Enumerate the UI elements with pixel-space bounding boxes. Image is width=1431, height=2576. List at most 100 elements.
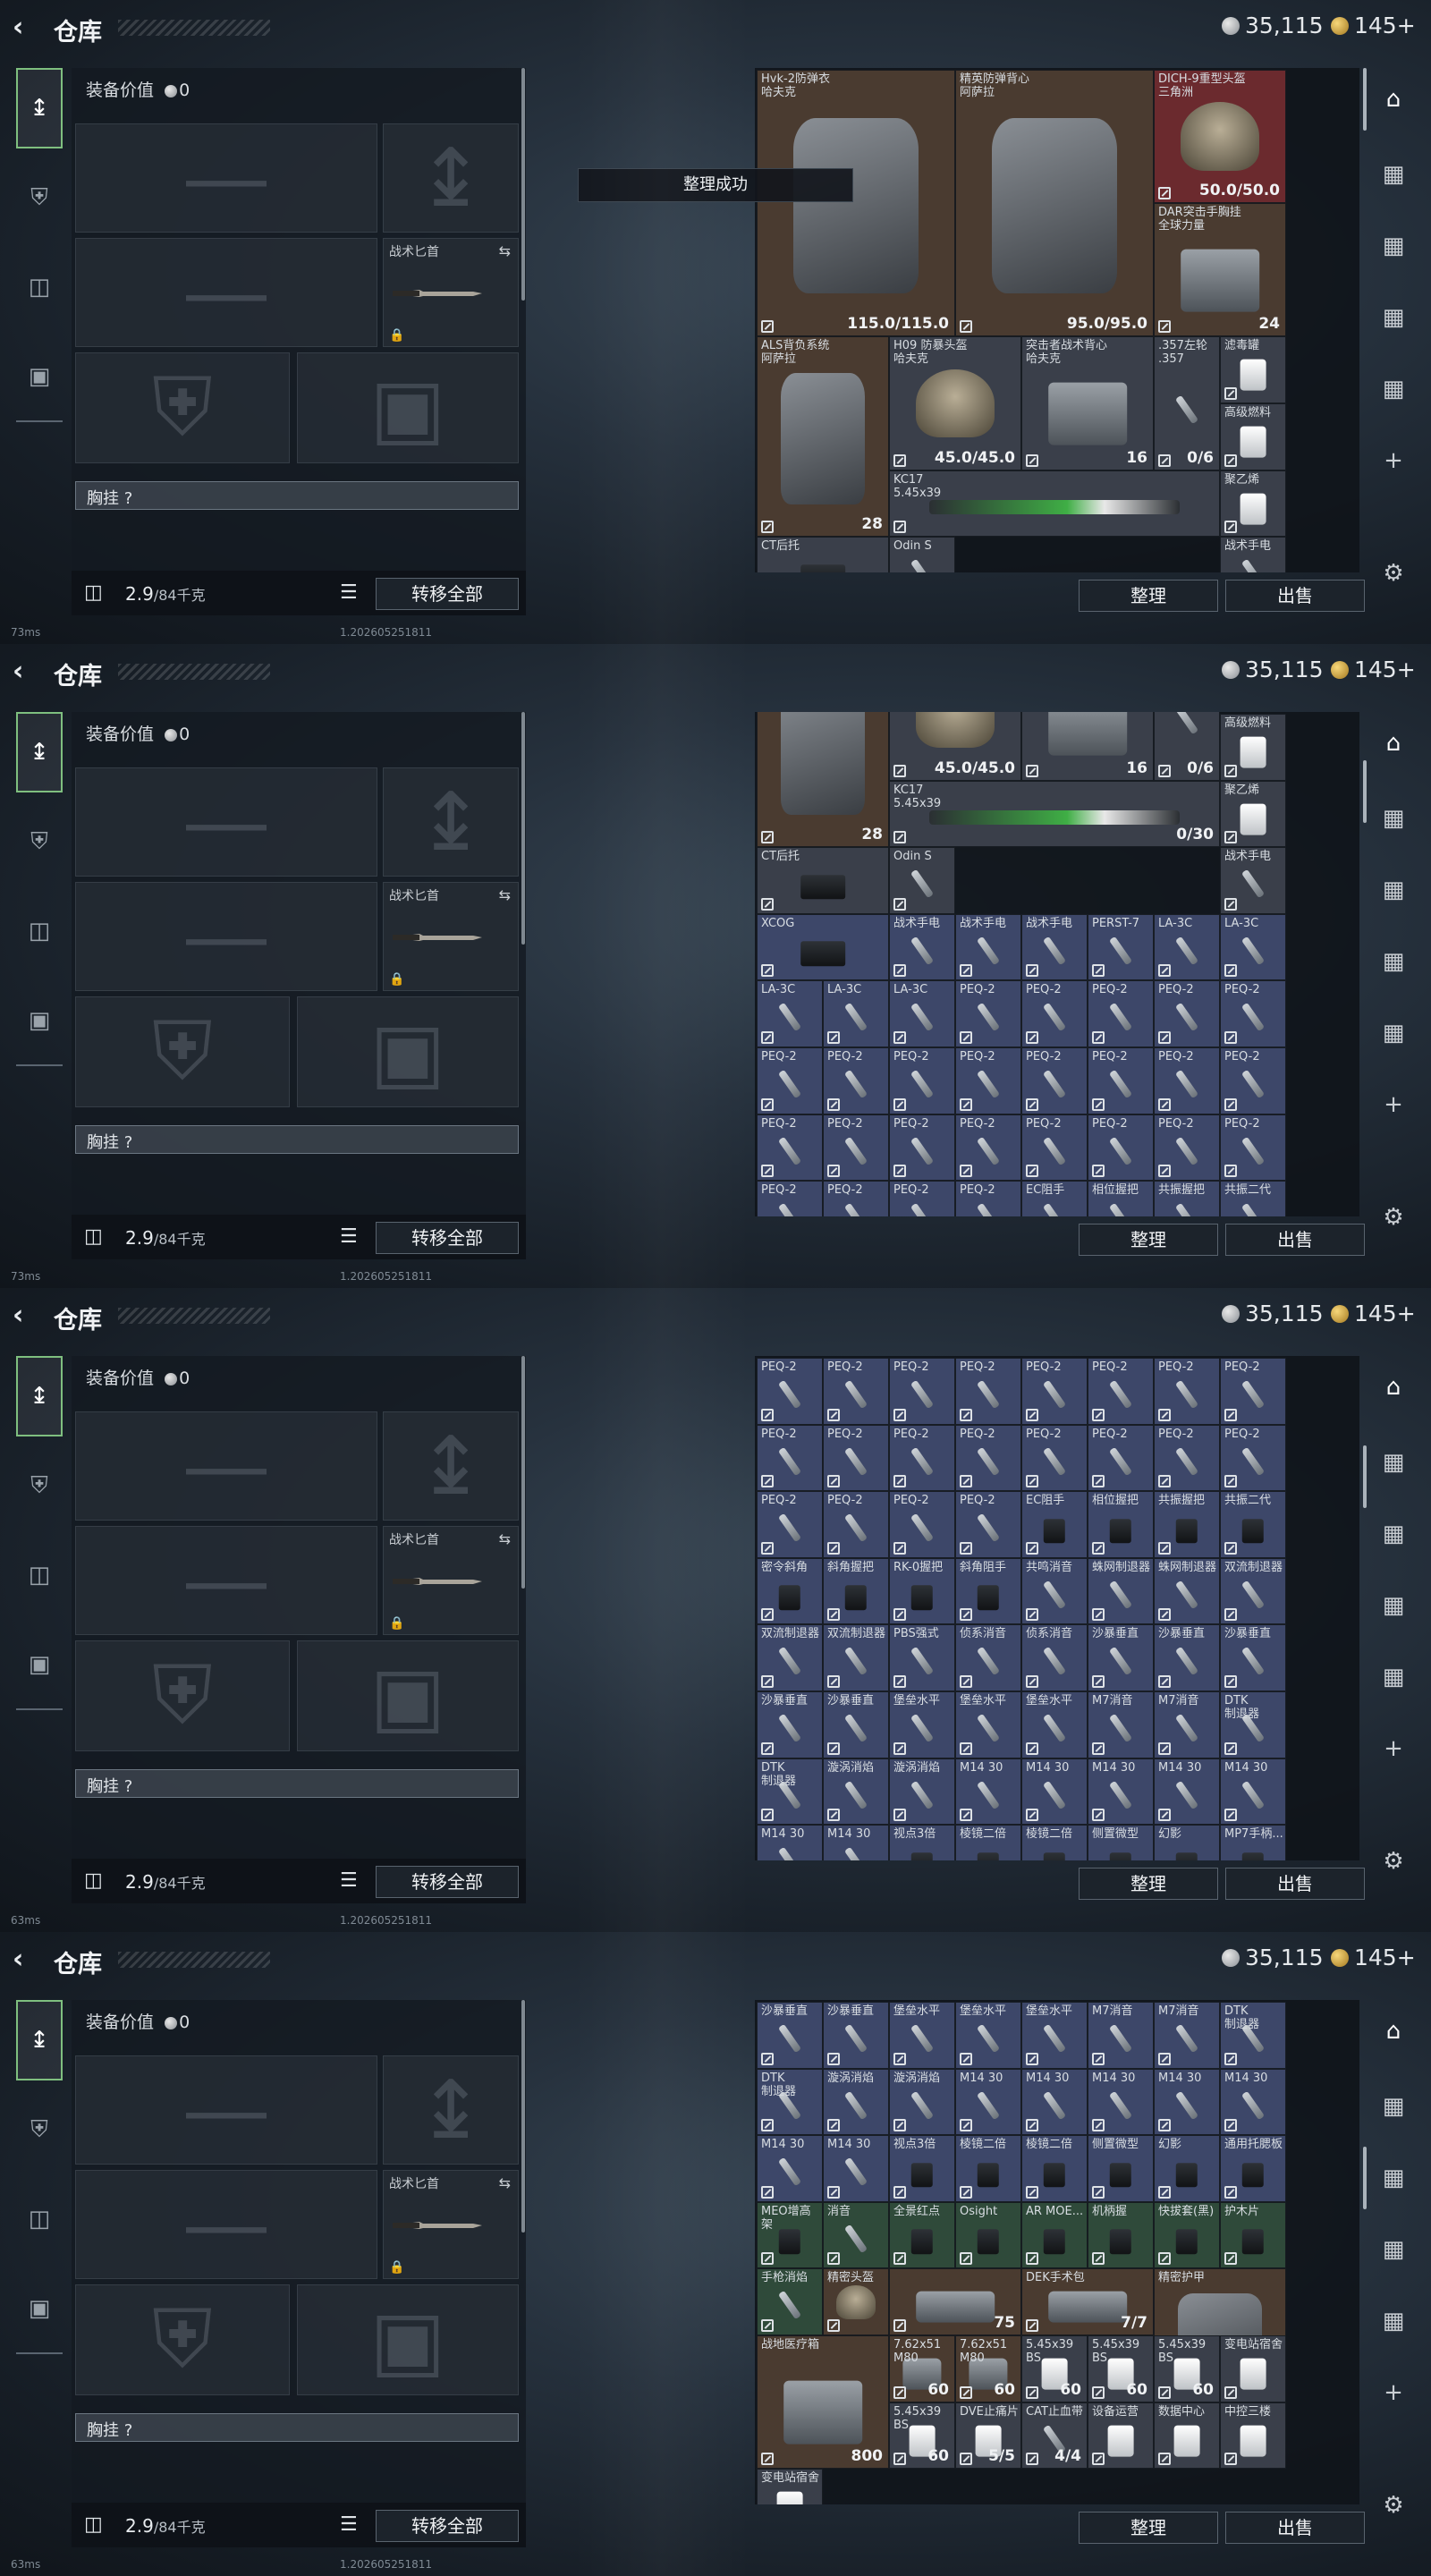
secondary-weapon-slot[interactable]: ― bbox=[75, 882, 377, 991]
melee-slot[interactable]: 战术匕首 ⇆ 🔒 bbox=[383, 2170, 519, 2279]
gear-icon[interactable]: ⚙ bbox=[1376, 1204, 1411, 1240]
stash-item[interactable]: LA-3C bbox=[757, 980, 823, 1047]
stash-item[interactable]: PEQ-2 bbox=[757, 1114, 823, 1182]
stash-item[interactable]: 蛛网制退器 bbox=[1154, 1557, 1220, 1625]
transfer-all-button[interactable]: 转移全部 bbox=[376, 578, 519, 610]
helmet-slot[interactable]: ⛨ bbox=[75, 352, 290, 463]
stash-item[interactable]: 斜角握把 bbox=[823, 1557, 889, 1625]
stash-item[interactable]: PEQ-2 bbox=[823, 1424, 889, 1492]
stash-item[interactable]: PEQ-2 bbox=[823, 1491, 889, 1558]
melee-slot[interactable]: 战术匕首 ⇆ 🔒 bbox=[383, 238, 519, 347]
stash-item[interactable]: M7消音 bbox=[1088, 2002, 1154, 2069]
stash-scrollbar[interactable] bbox=[1363, 68, 1367, 131]
stash-item[interactable]: AR MOE... bbox=[1021, 2201, 1088, 2269]
armor-slot[interactable]: ▣ bbox=[297, 352, 519, 463]
stash-item[interactable]: 沙暴垂直 bbox=[1088, 1624, 1154, 1691]
stash-item[interactable]: M14 30 bbox=[955, 1758, 1021, 1826]
stash-item[interactable]: DEK手术包 7/7 bbox=[1021, 2268, 1154, 2335]
stash-item[interactable]: 变电站宿舍 bbox=[1220, 2335, 1286, 2402]
list-icon[interactable]: ☰ bbox=[340, 2513, 358, 2536]
storage-tab-3-icon[interactable]: ▦ bbox=[1376, 2236, 1411, 2272]
stash-item[interactable]: XCOG bbox=[757, 913, 889, 981]
briefcase-icon[interactable]: ▣ bbox=[16, 2268, 63, 2349]
secondary-weapon-slot[interactable]: ― bbox=[75, 2170, 377, 2279]
stash-item[interactable]: 沙暴垂直 bbox=[1154, 1624, 1220, 1691]
stash-item[interactable]: PEQ-2 bbox=[1021, 1424, 1088, 1492]
stash-item[interactable]: PEQ-2 bbox=[823, 1358, 889, 1425]
stash-item[interactable]: 5.45x39 BS 60 bbox=[889, 2402, 955, 2470]
armor-icon[interactable]: ⛨ bbox=[16, 2089, 63, 2170]
storage-tab-4-icon[interactable]: ▦ bbox=[1376, 376, 1411, 411]
stash-item[interactable]: DTK 制退器 bbox=[757, 2068, 823, 2136]
briefcase-icon[interactable]: ▣ bbox=[16, 1624, 63, 1705]
pistol-icon[interactable]: ↨ bbox=[16, 2000, 63, 2080]
list-icon[interactable]: ☰ bbox=[340, 1225, 358, 1248]
melee-slot[interactable]: 战术匕首 ⇆ 🔒 bbox=[383, 882, 519, 991]
transfer-all-button[interactable]: 转移全部 bbox=[376, 1222, 519, 1254]
chest-rig-slot[interactable]: 胸挂 ? bbox=[75, 1125, 519, 1154]
stash-item[interactable]: PEQ-2 bbox=[823, 1114, 889, 1182]
storage-tab-1-icon[interactable]: ▦ bbox=[1376, 805, 1411, 841]
armor-slot[interactable]: ▣ bbox=[297, 996, 519, 1107]
storage-tab-4-icon[interactable]: ▦ bbox=[1376, 1664, 1411, 1699]
stash-item[interactable]: 消音 bbox=[823, 2201, 889, 2269]
sell-button[interactable]: 出售 bbox=[1225, 580, 1365, 612]
pistol-slot[interactable]: ↨ bbox=[383, 2055, 519, 2165]
stash-item[interactable]: PEQ-2 bbox=[1154, 1424, 1220, 1492]
stash-item[interactable]: M14 30 bbox=[1220, 2068, 1286, 2136]
stash-item[interactable]: 75 bbox=[889, 2268, 1021, 2335]
stash-item[interactable]: 相位握把 bbox=[1088, 1491, 1154, 1558]
storage-tab-1-icon[interactable]: ▦ bbox=[1376, 1449, 1411, 1485]
stash-item[interactable]: CT后托 bbox=[757, 847, 889, 914]
primary-weapon-slot[interactable]: ― bbox=[75, 2055, 377, 2165]
stash-item[interactable]: 变电站宿舍 bbox=[757, 2469, 823, 2504]
list-icon[interactable]: ☰ bbox=[340, 1869, 358, 1892]
stash-item[interactable]: M14 30 bbox=[1154, 1758, 1220, 1826]
stash-item[interactable]: 堡垒水平 bbox=[1021, 1691, 1088, 1758]
storage-tab-2-icon[interactable]: ▦ bbox=[1376, 877, 1411, 912]
stash-item[interactable]: PEQ-2 bbox=[1088, 980, 1154, 1047]
stash-item[interactable]: M7消音 bbox=[1088, 1691, 1154, 1758]
stash-item[interactable]: 斜角阻手 bbox=[955, 1557, 1021, 1625]
equipment-scrollbar[interactable] bbox=[521, 68, 525, 301]
stash-item[interactable]: 棱镜二倍 bbox=[1021, 1825, 1088, 1860]
stash-item[interactable]: 侦系消音 bbox=[955, 1624, 1021, 1691]
stash-item[interactable]: 战术手电 bbox=[1220, 847, 1286, 914]
stash-item[interactable]: DTK 制退器 bbox=[1220, 1691, 1286, 1758]
armor-icon[interactable]: ⛨ bbox=[16, 1445, 63, 1526]
gear-icon[interactable]: ⚙ bbox=[1376, 560, 1411, 596]
stash-item[interactable]: PEQ-2 bbox=[1220, 1047, 1286, 1114]
stash-item[interactable]: CT后托 bbox=[757, 537, 889, 572]
stash-item[interactable]: EC阻手 bbox=[1021, 1491, 1088, 1558]
chevron-left-icon[interactable]: ‹ bbox=[13, 658, 41, 687]
stash-item[interactable]: EC阻手 bbox=[1021, 1181, 1088, 1216]
equipment-scrollbar[interactable] bbox=[521, 712, 525, 945]
gold-currency[interactable]: 145+ bbox=[1331, 657, 1416, 682]
chevron-left-icon[interactable]: ‹ bbox=[13, 1302, 41, 1331]
stash-item[interactable]: PERST-7 bbox=[1088, 913, 1154, 981]
storage-tab-4-icon[interactable]: ▦ bbox=[1376, 1020, 1411, 1055]
chevron-left-icon[interactable]: ‹ bbox=[13, 14, 41, 43]
stash-item[interactable]: Hvk-2防弹衣 哈夫克 115.0/115.0 bbox=[757, 70, 955, 337]
stash-item[interactable]: M14 30 bbox=[823, 2135, 889, 2202]
stash-item[interactable]: 堡垒水平 bbox=[889, 1691, 955, 1758]
sell-button[interactable]: 出售 bbox=[1225, 1224, 1365, 1256]
stash-item[interactable]: 全景红点 bbox=[889, 2201, 955, 2269]
stash-item[interactable]: 高级燃料 bbox=[1220, 714, 1286, 781]
gear-icon[interactable]: ⚙ bbox=[1376, 1848, 1411, 1884]
stash-item[interactable]: M14 30 bbox=[823, 1825, 889, 1860]
stash-item[interactable]: PEQ-2 bbox=[889, 1114, 955, 1182]
stash-item[interactable]: 幻影 bbox=[1154, 1825, 1220, 1860]
stash-scrollbar[interactable] bbox=[1363, 760, 1367, 823]
stash-item[interactable]: DTK 制退器 bbox=[757, 1758, 823, 1826]
gear-icon[interactable]: ⚙ bbox=[1376, 2492, 1411, 2528]
stash-item[interactable]: PEQ-2 bbox=[1088, 1424, 1154, 1492]
stash-item[interactable]: 侧置微型 bbox=[1088, 2135, 1154, 2202]
stash-item[interactable]: 28 bbox=[757, 712, 889, 848]
stash-item[interactable]: 堡垒水平 bbox=[955, 2002, 1021, 2069]
stash-item[interactable]: 漩涡消焰 bbox=[823, 1758, 889, 1826]
storage-tab-1-icon[interactable]: ▦ bbox=[1376, 161, 1411, 197]
armor-slot[interactable]: ▣ bbox=[297, 2284, 519, 2395]
briefcase-icon[interactable]: ▣ bbox=[16, 336, 63, 417]
storage-tab-2-icon[interactable]: ▦ bbox=[1376, 1521, 1411, 1556]
